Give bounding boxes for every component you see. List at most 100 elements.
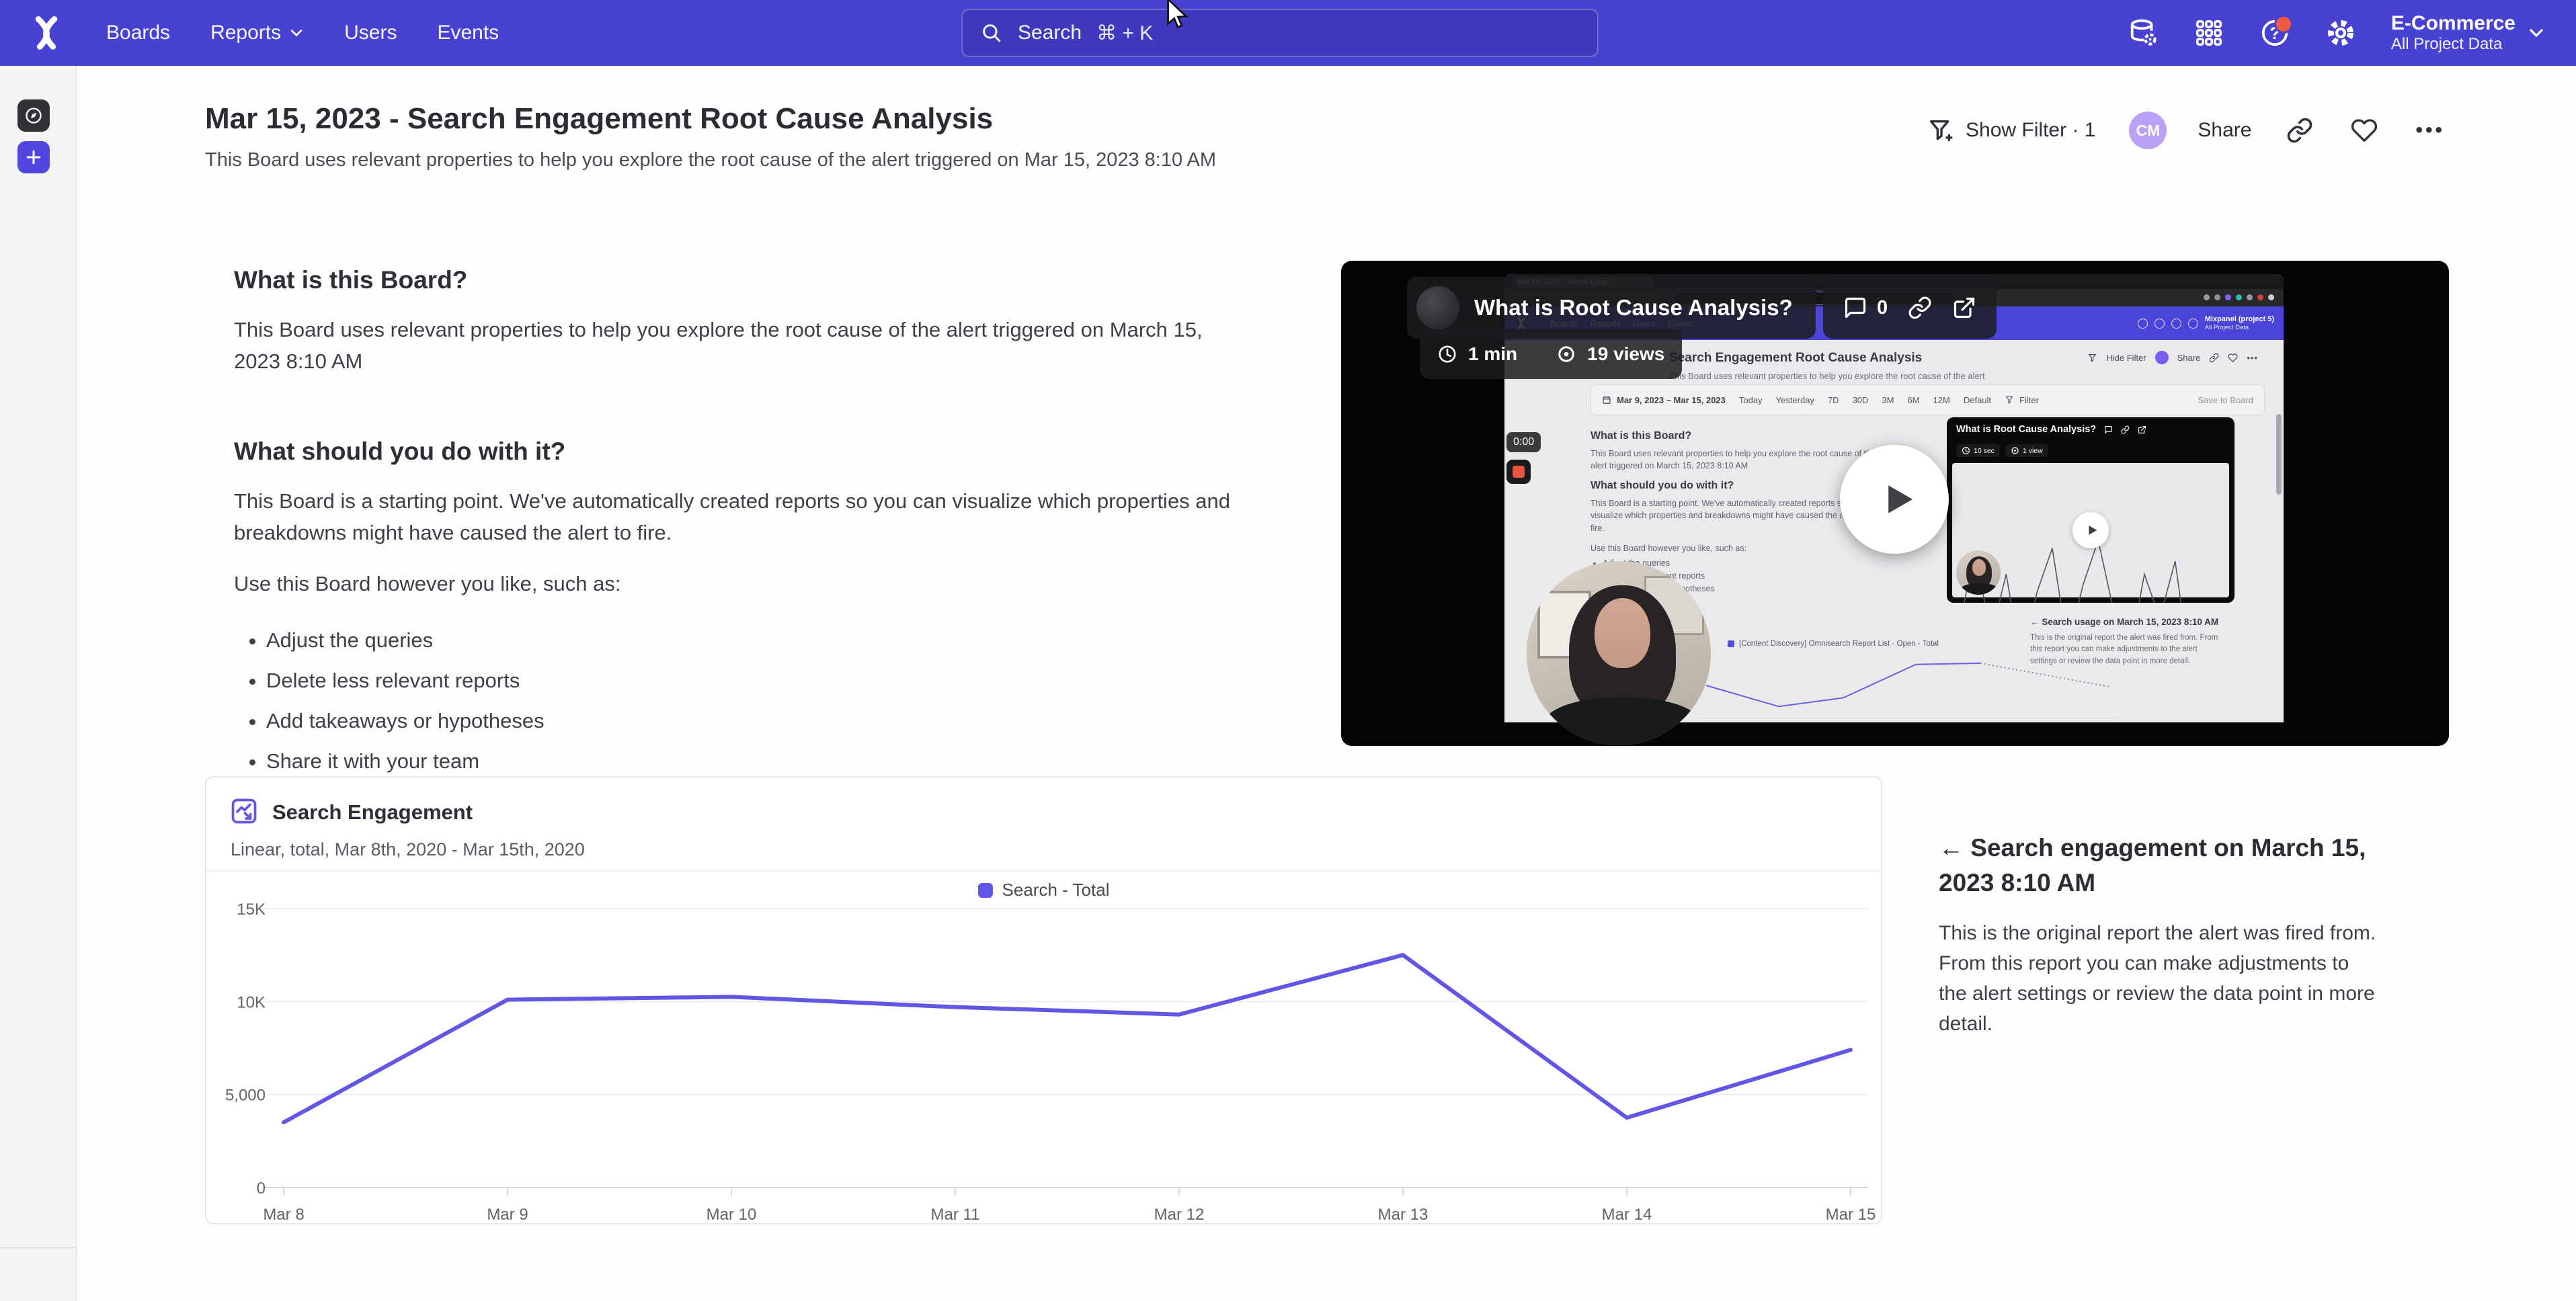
share-button[interactable]: Share <box>2198 119 2251 142</box>
svg-text:0: 0 <box>257 1179 266 1198</box>
settings-gear-icon[interactable] <box>2325 17 2356 48</box>
filter-funnel-icon[interactable] <box>1927 117 1954 144</box>
video-player-card[interactable]: Mar 15, 2023 - Search Enga... Boards Rep… <box>1341 261 2449 746</box>
notification-dot <box>2274 15 2293 34</box>
views-icon <box>2011 446 2019 455</box>
presenter-webcam-circle <box>1527 561 1711 745</box>
aside-text-block: ← Search engagement on March 15, 2023 8:… <box>1939 831 2369 1039</box>
explore-boards-button[interactable] <box>17 99 50 132</box>
mini-save-to-board: Save to Board <box>2198 395 2253 405</box>
video-link-icon[interactable] <box>1908 296 1932 320</box>
nested-video-title: What is Root Cause Analysis? <box>1956 424 2096 435</box>
nav-item-users[interactable]: Users <box>344 22 397 44</box>
video-views: 19 views <box>1587 343 1664 365</box>
svg-text:Mar 11: Mar 11 <box>931 1206 980 1223</box>
nested-video-card: What is Root Cause Analysis? 10 sec 1 vi… <box>1947 417 2235 603</box>
play-button[interactable] <box>1840 445 1949 554</box>
comment-count: 0 <box>1877 297 1888 319</box>
mini-nav-icon <box>2188 319 2198 329</box>
mini-hide-filter-label: Hide Filter <box>2106 353 2146 363</box>
show-filter-button[interactable]: Show Filter · 1 <box>1966 119 2095 142</box>
mini-nav-icon <box>2138 319 2148 329</box>
section-heading: What is this Board? <box>234 266 1236 294</box>
nested-comment-icon <box>2104 425 2113 434</box>
line-chart[interactable]: 05,00010K15KMar 8Mar 9Mar 10Mar 11Mar 12… <box>206 778 1881 1223</box>
mini-page-subtitle: This Board uses relevant properties to h… <box>1669 371 1985 381</box>
nav-item-label: Events <box>437 22 499 44</box>
mini-date-button: 3M <box>1882 395 1894 405</box>
board-page: Boards Reports Users Events Search ⌘ + K… <box>0 0 2576 1301</box>
nested-webcam-circle <box>1956 550 2001 595</box>
mini-date-button: 6M <box>1907 395 1919 405</box>
mini-date-button: Today <box>1739 395 1763 405</box>
list-item: Add takeaways or hypotheses <box>266 706 1236 736</box>
mini-more-label: ••• <box>2247 353 2258 363</box>
intro-bullet-list: Adjust the queries Delete less relevant … <box>234 626 1236 776</box>
svg-text:10K: 10K <box>237 993 266 1011</box>
mini-date-range: Mar 9, 2023 – Mar 15, 2023 <box>1617 395 1726 405</box>
chevron-down-icon <box>2528 24 2545 42</box>
nav-item-events[interactable]: Events <box>437 22 499 44</box>
mini-page-title: Search Engagement Root Cause Analysis <box>1669 351 1922 366</box>
top-nav-bar: Boards Reports Users Events Search ⌘ + K… <box>0 0 2576 66</box>
mini-aside-text: ← Search usage on March 15, 2023 8:10 AM… <box>2030 617 2225 667</box>
more-options-button[interactable]: ••• <box>2415 119 2445 142</box>
search-shortcut: ⌘ + K <box>1096 22 1153 45</box>
project-switcher[interactable]: E-Commerce All Project Data <box>2391 12 2545 54</box>
chevron-down-icon <box>289 26 304 40</box>
comment-icon[interactable] <box>1843 296 1867 320</box>
favorite-heart-icon[interactable] <box>2351 117 2378 144</box>
mini-filter-label: Filter <box>2019 395 2039 405</box>
project-name: E-Commerce <box>2391 12 2515 36</box>
mini-date-button: Default <box>1964 395 1991 405</box>
mini-date-button: 30D <box>1853 395 1869 405</box>
views-icon <box>1556 344 1576 364</box>
open-external-icon[interactable] <box>1952 296 1976 320</box>
nested-play-button <box>2072 512 2109 548</box>
mini-funnel-icon <box>2087 353 2097 363</box>
legend-swatch <box>1728 640 1734 647</box>
clock-icon <box>1437 344 1457 364</box>
svg-text:Mar 8: Mar 8 <box>263 1206 304 1223</box>
mini-project-switcher: Mixpanel (project 5) All Project Data <box>2205 315 2274 332</box>
recording-timer-pill: 0:00 <box>1506 432 1541 452</box>
apps-grid-icon[interactable] <box>2193 17 2224 48</box>
browser-extension-icons <box>2204 294 2274 300</box>
nav-item-label: Boards <box>106 22 170 44</box>
left-sidebar-rail <box>0 66 77 1301</box>
mini-share-label: Share <box>2177 353 2201 363</box>
section-paragraph: This Board uses relevant properties to h… <box>234 314 1229 377</box>
aside-heading: ← Search engagement on March 15, 2023 8:… <box>1939 831 2369 900</box>
board-actions: Show Filter · 1 CM Share ••• <box>1927 109 2445 152</box>
list-item: Adjust the queries <box>266 626 1236 655</box>
video-info-pill: 1 min 19 views <box>1420 329 1682 379</box>
plus-icon <box>24 148 43 167</box>
section-paragraph: This Board is a starting point. We've au… <box>234 486 1242 548</box>
mini-date-controls: Mar 9, 2023 – Mar 15, 2023 Today Yesterd… <box>1591 384 2265 415</box>
svg-text:5,000: 5,000 <box>225 1087 266 1105</box>
data-management-icon[interactable] <box>2128 17 2159 48</box>
play-icon <box>1876 477 1920 521</box>
create-board-button[interactable] <box>17 141 50 173</box>
nav-item-label: Reports <box>210 22 281 44</box>
copy-link-icon[interactable] <box>2286 117 2313 144</box>
nested-link-icon <box>2121 425 2130 434</box>
nested-external-icon <box>2138 425 2146 434</box>
recording-stop-button <box>1506 460 1531 484</box>
mini-avatar <box>2155 351 2169 364</box>
help-icon[interactable] <box>2259 17 2290 48</box>
mini-date-button: 12M <box>1933 395 1950 405</box>
nav-item-boards[interactable]: Boards <box>106 22 170 44</box>
mini-filter-icon <box>2005 395 2014 405</box>
mouse-cursor <box>1162 0 1193 34</box>
video-meta-pill: 0 <box>1823 277 1997 339</box>
aside-paragraph: This is the original report the alert wa… <box>1939 918 2382 1039</box>
clock-icon <box>1962 446 1970 455</box>
intro-text-block: What is this Board? This Board uses rele… <box>234 266 1236 787</box>
user-avatar[interactable]: CM <box>2129 112 2167 149</box>
nested-duration: 10 sec <box>1974 447 1995 455</box>
mixpanel-logo-icon[interactable] <box>27 13 66 52</box>
section-heading: What should you do with it? <box>234 437 1236 466</box>
search-input[interactable]: Search ⌘ + K <box>961 9 1599 57</box>
nav-item-reports[interactable]: Reports <box>210 22 304 44</box>
